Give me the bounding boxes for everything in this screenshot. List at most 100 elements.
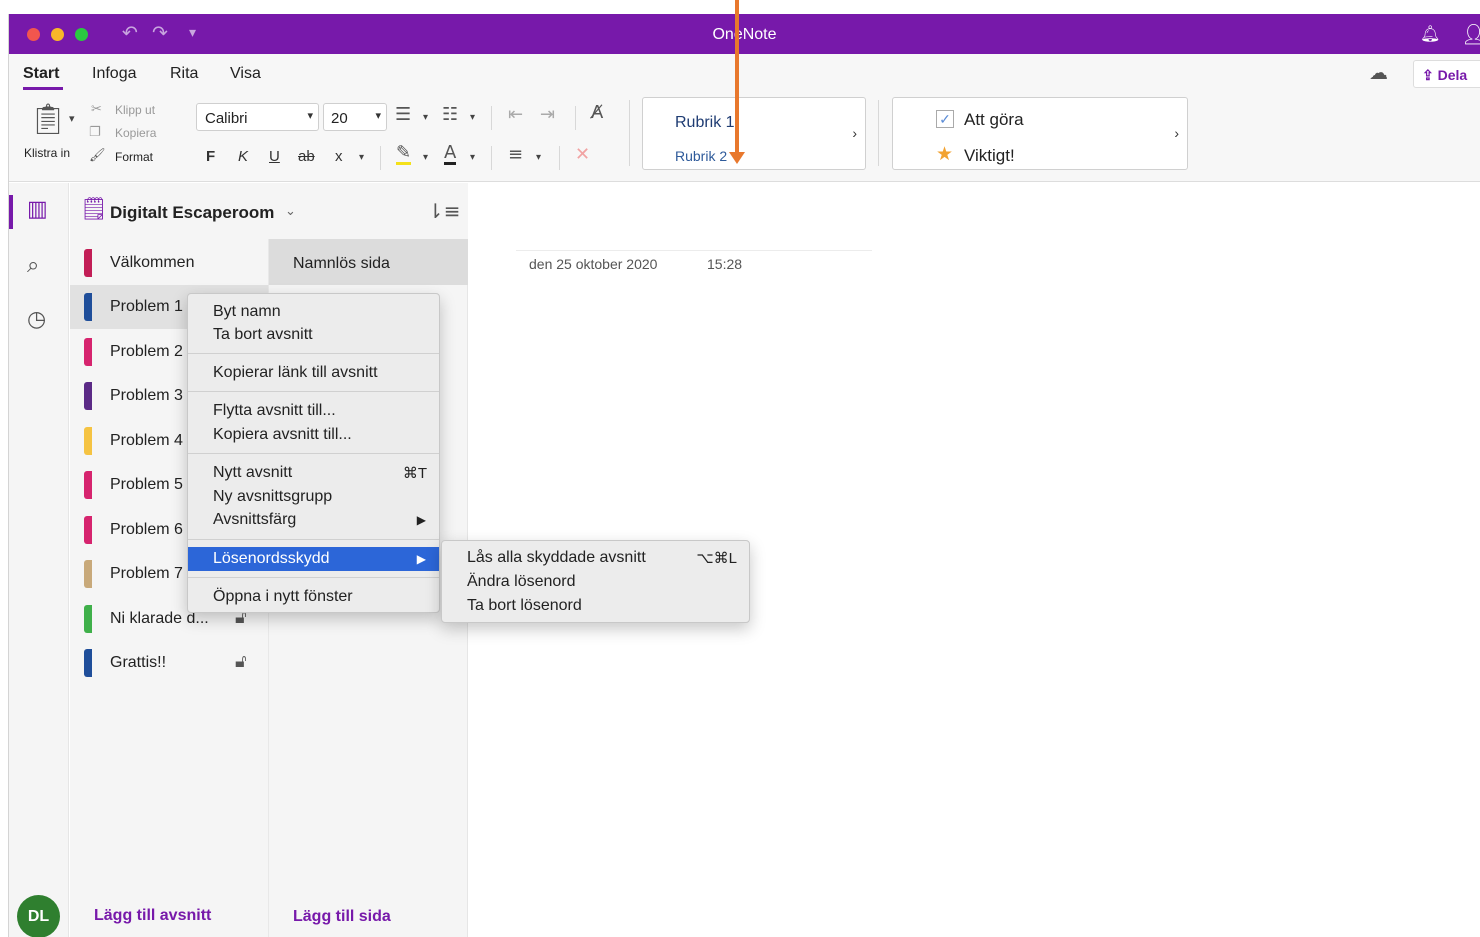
chevron-down-icon[interactable]: ▾ [536,152,541,163]
bell-icon[interactable]: 🔔︎ [1420,24,1440,43]
window-edge [0,14,9,937]
lock-icon: 🔓︎ [235,651,247,672]
styles-gallery[interactable]: Rubrik 1 Rubrik 2 › [642,97,866,170]
submenu-arrow-icon: ▶ [416,513,426,527]
chevron-down-icon[interactable]: ⌄ [285,203,296,219]
search-icon[interactable]: ⌕ [27,253,39,278]
chevron-down-icon[interactable]: ▾ [69,112,75,125]
clear-format-icon[interactable]: A̸ [591,102,603,123]
section-label: Välkommen [110,254,195,271]
strikethrough-button[interactable]: ab [298,148,315,165]
chevron-right-icon[interactable]: › [852,125,857,141]
chevron-down-icon[interactable]: ▾ [470,112,475,123]
menu-item-copy-link[interactable]: Kopierar länk till avsnitt [188,361,439,385]
tag-todo[interactable]: Att göra [964,110,1024,130]
tags-gallery[interactable]: ✓ Att göra ★ Viktigt! › [892,97,1188,170]
menu-item-password-protection[interactable]: Lösenordsskydd ▶ [188,547,439,571]
tab-visa[interactable]: Visa [230,65,261,83]
annotation-arrow [735,0,739,156]
menu-item-new-section-group[interactable]: Ny avsnittsgrupp [188,485,439,509]
font-size-value: 20 [331,110,348,127]
copy-icon: ❐ [89,125,101,140]
font-family-select[interactable]: Calibri ▾ [196,103,319,131]
section-label: Problem 2 [110,343,183,360]
tab-rita[interactable]: Rita [170,65,198,83]
menu-item-copy-section[interactable]: Kopiera avsnitt till... [188,423,439,447]
heading-2-style[interactable]: Rubrik 2 [675,148,727,164]
format-painter-icon: 🖌︎ [89,148,106,163]
menu-item-section-color[interactable]: Avsnittsfärg ▶ [188,508,439,532]
section-color-tab [84,293,92,321]
section-color-tab [84,649,92,677]
divider [491,106,492,130]
bullets-icon[interactable]: ☰ [395,104,411,125]
menu-item-delete-section[interactable]: Ta bort avsnitt [188,323,439,347]
underline-button[interactable]: U [269,148,280,165]
section-item[interactable]: Välkommen [70,241,268,285]
menu-item-rename[interactable]: Byt namn [188,300,439,324]
add-page-button[interactable]: Lägg till sida [293,908,391,926]
cloud-sync-icon[interactable]: ☁︎ [1369,62,1388,84]
paste-button-label[interactable]: Klistra in [24,146,70,160]
heading-1-style[interactable]: Rubrik 1 [675,114,735,132]
recent-icon[interactable]: ◷ [27,307,46,332]
add-section-button[interactable]: Lägg till avsnitt [94,907,211,925]
divider [491,146,492,170]
window-title: OneNote [712,26,777,43]
page-item[interactable]: Namnlös sida [269,239,468,285]
outdent-icon[interactable]: ⇤ [508,104,523,125]
menu-item-move-section[interactable]: Flytta avsnitt till... [188,399,439,423]
section-item[interactable]: Grattis!! 🔓︎ [70,641,268,685]
chevron-down-icon[interactable]: ▾ [423,112,428,123]
cut-icon: ✂ [91,102,102,117]
sort-icon[interactable]: ⇂≡ [427,199,461,223]
avatar[interactable]: DL [17,895,60,937]
section-color-tab [84,605,92,633]
ribbon-tabs: Start Infoga Rita Visa ☁︎ ⇪ Dela [9,54,1480,92]
delete-icon[interactable]: ✕ [575,144,590,165]
chevron-down-icon[interactable]: ▾ [470,152,475,163]
menu-item-new-section[interactable]: Nytt avsnitt ⌘T [188,461,439,485]
section-color-tab [84,338,92,366]
divider [380,146,381,170]
menu-item-open-new-window[interactable]: Öppna i nytt fönster [188,585,439,609]
notebook-icon: 🗒︎ [80,197,108,222]
menu-item-lock-all[interactable]: Lås alla skyddade avsnitt ⌥⌘L [442,546,749,570]
menu-item-remove-password[interactable]: Ta bort lösenord [442,594,749,618]
subscript-button[interactable]: x [335,148,343,165]
align-icon[interactable]: ≡ [508,144,523,165]
copy-button[interactable]: Kopiera [115,126,156,140]
font-color-icon[interactable]: A [444,144,457,165]
ribbon-toolbar: 📋︎ ▾ Klistra in ✂ Klipp ut ❐ Kopiera 🖌︎ … [9,92,1480,182]
tab-start[interactable]: Start [23,65,59,83]
chevron-down-icon[interactable]: ▾ [423,152,428,163]
menu-separator [188,577,439,578]
person-icon[interactable]: 👤︎ [1461,22,1480,46]
section-context-menu: Byt namn Ta bort avsnitt Kopierar länk t… [187,293,440,613]
section-color-tab [84,560,92,588]
highlight-icon[interactable]: ✎ [396,144,412,165]
indent-icon[interactable]: ⇥ [540,104,555,125]
menu-separator [188,391,439,392]
notebook-header[interactable]: 🗒︎ Digitalt Escaperoom ⌄ ⇂≡ [70,183,468,239]
shortcut-label: ⌥⌘L [696,550,737,567]
font-size-select[interactable]: 20 ▾ [323,103,387,131]
italic-button[interactable]: K [238,148,248,165]
paste-icon[interactable]: 📋︎ [29,102,67,137]
library-icon[interactable]: ▥ [27,197,48,222]
format-painter-button[interactable]: Format [115,150,153,164]
cut-button[interactable]: Klipp ut [115,103,155,117]
divider [575,106,576,130]
share-button[interactable]: ⇪ Dela [1413,60,1480,88]
menu-item-label: Lösenordsskydd [213,550,330,567]
chevron-down-icon[interactable]: ▾ [359,152,364,163]
menu-item-change-password[interactable]: Ändra lösenord [442,570,749,594]
menu-item-label: Lås alla skyddade avsnitt [467,549,646,566]
numbering-icon[interactable]: ☷ [442,104,458,125]
tag-important[interactable]: Viktigt! [964,146,1015,166]
tab-infoga[interactable]: Infoga [92,65,136,83]
bold-button[interactable]: F [206,148,215,165]
annotation-arrow-head [729,152,745,164]
notebook-name[interactable]: Digitalt Escaperoom [110,203,274,223]
chevron-right-icon[interactable]: › [1174,125,1179,141]
